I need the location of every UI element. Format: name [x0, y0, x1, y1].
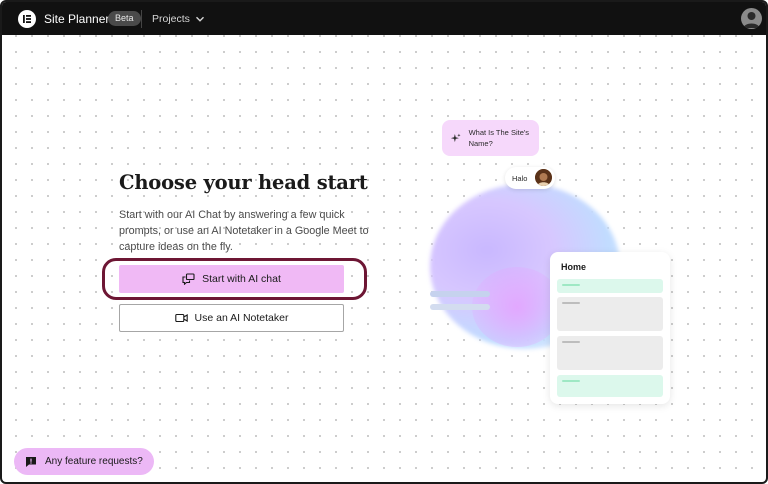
user-avatar-icon[interactable] — [741, 8, 762, 29]
card-section-row — [557, 297, 663, 331]
answer-text: Halo — [512, 173, 528, 183]
placeholder-bar — [430, 291, 490, 297]
home-card-title: Home — [561, 262, 587, 272]
feature-requests-button[interactable]: Any feature requests? — [14, 448, 154, 475]
video-camera-icon — [174, 313, 188, 323]
question-bubble: What Is The Site's Name? — [442, 120, 539, 156]
page-description: Start with our AI Chat by answering a fe… — [119, 209, 369, 253]
start-ai-chat-label: Start with AI chat — [202, 273, 281, 285]
use-ai-notetaker-label: Use an AI Notetaker — [194, 312, 289, 324]
projects-dropdown[interactable]: Projects — [152, 13, 205, 25]
card-section-row — [557, 336, 663, 370]
projects-label: Projects — [152, 13, 190, 25]
use-ai-notetaker-button[interactable]: Use an AI Notetaker — [119, 304, 344, 332]
beta-badge: Beta — [108, 11, 141, 26]
elementor-logo-icon[interactable] — [18, 10, 36, 28]
app-window: Site Planner Beta Projects Choose your h… — [0, 0, 768, 484]
page-heading: Choose your head start — [119, 171, 368, 194]
chevron-down-icon — [195, 16, 204, 22]
sparkle-icon — [450, 133, 461, 142]
feedback-icon — [26, 456, 36, 467]
chat-bubbles-icon — [182, 273, 195, 285]
topbar-divider — [141, 10, 142, 28]
feature-requests-label: Any feature requests? — [45, 456, 143, 467]
start-ai-chat-button[interactable]: Start with AI chat — [119, 265, 344, 293]
placeholder-bar — [430, 304, 490, 310]
person-avatar-icon — [533, 167, 554, 188]
card-section-row — [557, 279, 663, 293]
app-title: Site Planner — [44, 12, 110, 26]
card-section-row — [557, 375, 663, 397]
home-page-card: Home — [550, 252, 670, 404]
question-text: What Is The Site's Name? — [468, 128, 530, 148]
top-navigation-bar: Site Planner Beta Projects — [2, 2, 766, 35]
